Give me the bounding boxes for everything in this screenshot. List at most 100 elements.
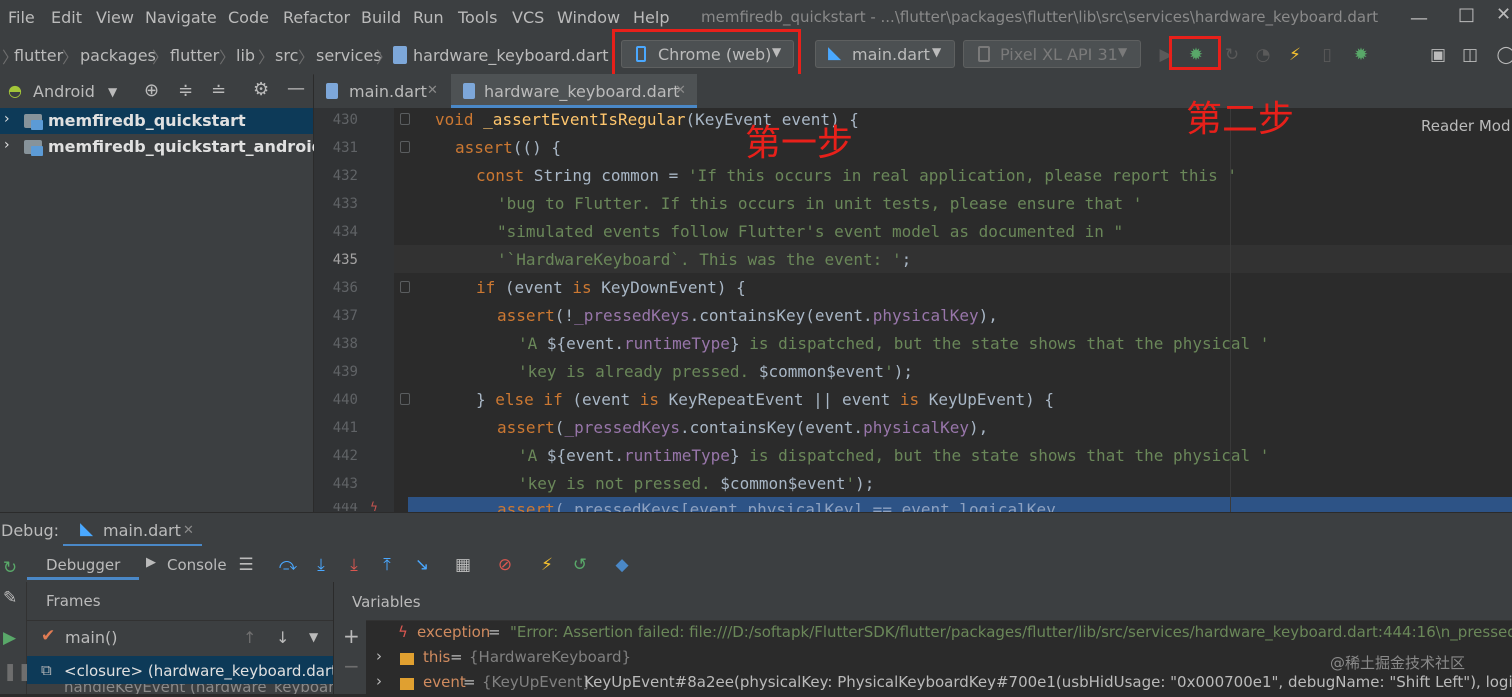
- search-icon[interactable]: ◯: [1496, 45, 1512, 65]
- tree-item-label: memfiredb_quickstart_android: [48, 137, 324, 156]
- hot-reload-icon[interactable]: ⚡: [537, 555, 557, 575]
- project-view-selector[interactable]: Android: [33, 82, 95, 101]
- menu-code[interactable]: Code: [228, 8, 269, 27]
- arrow-up-icon[interactable]: ↑: [243, 628, 256, 647]
- close-icon[interactable]: ✕: [1496, 4, 1511, 25]
- tab-hardware-keyboard-dart[interactable]: hardware_keyboard.dart ✕: [451, 74, 697, 108]
- field-icon: [400, 653, 414, 665]
- tree-item-memfiredb-quickstart-android[interactable]: › memfiredb_quickstart_android: [0, 134, 323, 160]
- debug-session-tab[interactable]: main.dart: [103, 521, 181, 540]
- sdk-manager-icon[interactable]: ◫: [1460, 45, 1480, 65]
- collapse-all-icon[interactable]: ≐: [211, 80, 226, 101]
- tab-console[interactable]: Console: [167, 556, 227, 574]
- run-config-selector[interactable]: ◣ main.dart ▼: [815, 40, 955, 68]
- debug-tool-window-header: Debug: ◣ main.dart ✕: [0, 512, 1512, 547]
- menu-refactor[interactable]: Refactor: [283, 8, 350, 27]
- code-line: 'key is not pressed. $common$event');: [518, 474, 875, 493]
- fold-marker-icon[interactable]: [400, 113, 410, 125]
- close-tab-icon[interactable]: ✕: [183, 523, 194, 538]
- hide-panel-icon[interactable]: —: [287, 78, 305, 99]
- frames-header: Frames: [46, 592, 101, 610]
- variable-type: {KeyUpEvent}: [482, 673, 592, 691]
- close-tab-icon[interactable]: ✕: [427, 83, 438, 98]
- breadcrumb-lib[interactable]: lib: [236, 46, 255, 65]
- arrow-down-icon[interactable]: ↓: [276, 628, 289, 647]
- profile-icon[interactable]: ◔: [1253, 45, 1273, 65]
- locate-icon[interactable]: ⊕: [144, 80, 159, 101]
- breadcrumb-file[interactable]: hardware_keyboard.dart: [413, 46, 608, 65]
- fold-marker-icon[interactable]: [400, 393, 410, 405]
- tab-main-dart[interactable]: main.dart ✕: [314, 74, 448, 108]
- breadcrumb-src[interactable]: src: [275, 46, 298, 65]
- close-tab-icon[interactable]: ✕: [675, 83, 686, 98]
- menu-vcs[interactable]: VCS: [512, 8, 544, 27]
- code-line: 'key is already pressed. $common$event')…: [518, 362, 913, 381]
- devtools-icon[interactable]: ◆: [612, 555, 632, 575]
- run-with-coverage-icon[interactable]: ↻: [1222, 45, 1242, 65]
- menu-window[interactable]: Window: [557, 8, 620, 27]
- minimize-icon[interactable]: —: [1410, 8, 1428, 29]
- rerun-icon[interactable]: ↻: [0, 558, 20, 578]
- chevron-right-icon[interactable]: ›: [4, 137, 10, 153]
- flutter-icon: ◣: [828, 43, 842, 63]
- checkmark-icon: ✔: [41, 626, 56, 646]
- chevron-right-icon[interactable]: ›: [376, 647, 382, 665]
- step-into-icon[interactable]: ⤓: [311, 555, 331, 575]
- breadcrumb-flutter[interactable]: flutter: [14, 46, 63, 65]
- fold-marker-icon[interactable]: [400, 281, 410, 293]
- breadcrumb-separator: 〉: [219, 48, 236, 67]
- console-icon: ▶: [146, 555, 156, 570]
- breadcrumb-services[interactable]: services: [316, 46, 382, 65]
- mute-breakpoints-icon[interactable]: ⊘: [495, 555, 515, 575]
- menu-edit[interactable]: Edit: [51, 8, 82, 27]
- line-number: 434: [332, 224, 358, 240]
- menu-view[interactable]: View: [96, 8, 134, 27]
- reader-mode-toggle[interactable]: Reader Mod: [1421, 117, 1511, 135]
- hot-restart-icon[interactable]: ↺: [570, 555, 590, 575]
- menu-build[interactable]: Build: [361, 8, 401, 27]
- emulator-selector[interactable]: Pixel XL API 31 ▼: [963, 40, 1141, 68]
- maximize-icon[interactable]: □: [1458, 4, 1475, 25]
- wrench-icon[interactable]: ✎: [3, 588, 17, 608]
- project-panel-header: ◓ Android ▼ ⊕ ≑ ≐ ⚙ —: [0, 74, 313, 109]
- expand-all-icon[interactable]: ≑: [178, 80, 193, 101]
- fold-marker-icon[interactable]: [400, 141, 410, 153]
- line-number: 436: [332, 280, 358, 296]
- hot-reload-icon[interactable]: ⚡: [1285, 45, 1305, 65]
- frame-row-selected[interactable]: ⧉ <closure> (hardware_keyboard.dart:4: [27, 656, 333, 684]
- menu-file[interactable]: File: [8, 8, 35, 27]
- step-over-icon[interactable]: ⤼: [278, 555, 298, 575]
- gear-icon[interactable]: ⚙: [253, 79, 269, 100]
- breadcrumb-flutter-2[interactable]: flutter: [170, 46, 219, 65]
- evaluate-expression-icon[interactable]: ▦: [453, 555, 473, 575]
- breadcrumb-separator: 〉: [152, 48, 169, 67]
- add-watch-icon[interactable]: +: [343, 624, 360, 648]
- chevron-down-icon: ▼: [932, 45, 942, 59]
- variable-value: "Error: Assertion failed: file:///D:/sof…: [510, 623, 1512, 641]
- chevron-right-icon[interactable]: ›: [4, 111, 10, 127]
- step-out-icon[interactable]: ⤒: [377, 555, 397, 575]
- menu-help[interactable]: Help: [633, 8, 669, 27]
- force-step-into-icon[interactable]: ⤓: [344, 555, 364, 575]
- chevron-down-icon[interactable]: ▼: [309, 630, 318, 644]
- attach-debugger-icon[interactable]: ✹: [1351, 45, 1371, 65]
- resume-icon[interactable]: ▶: [3, 628, 16, 648]
- code-line: 'A ${event.runtimeType} is dispatched, b…: [518, 334, 1270, 353]
- menu-tools[interactable]: Tools: [458, 8, 497, 27]
- layout-icon[interactable]: ☰: [236, 555, 256, 575]
- variable-name: event: [423, 673, 466, 691]
- tree-item-memfiredb-quickstart[interactable]: › memfiredb_quickstart: [0, 108, 313, 134]
- device-mirror-icon[interactable]: ▯: [1317, 45, 1337, 65]
- chevron-down-icon[interactable]: ▼: [108, 85, 117, 99]
- tab-debugger[interactable]: Debugger: [46, 556, 120, 574]
- menu-navigate[interactable]: Navigate: [145, 8, 217, 27]
- step-one-annotation: 第一步: [745, 123, 854, 164]
- frame-row[interactable]: handleKeyEvent (hardware_keyboard.d: [27, 684, 333, 694]
- remove-watch-icon[interactable]: −: [343, 654, 360, 678]
- run-to-cursor-icon[interactable]: ↘: [412, 555, 432, 575]
- breadcrumb-packages[interactable]: packages: [80, 46, 156, 65]
- chevron-right-icon[interactable]: ›: [376, 672, 382, 690]
- thread-selector[interactable]: main(): [65, 628, 117, 647]
- device-manager-icon[interactable]: ▣: [1428, 45, 1448, 65]
- menu-run[interactable]: Run: [413, 8, 444, 27]
